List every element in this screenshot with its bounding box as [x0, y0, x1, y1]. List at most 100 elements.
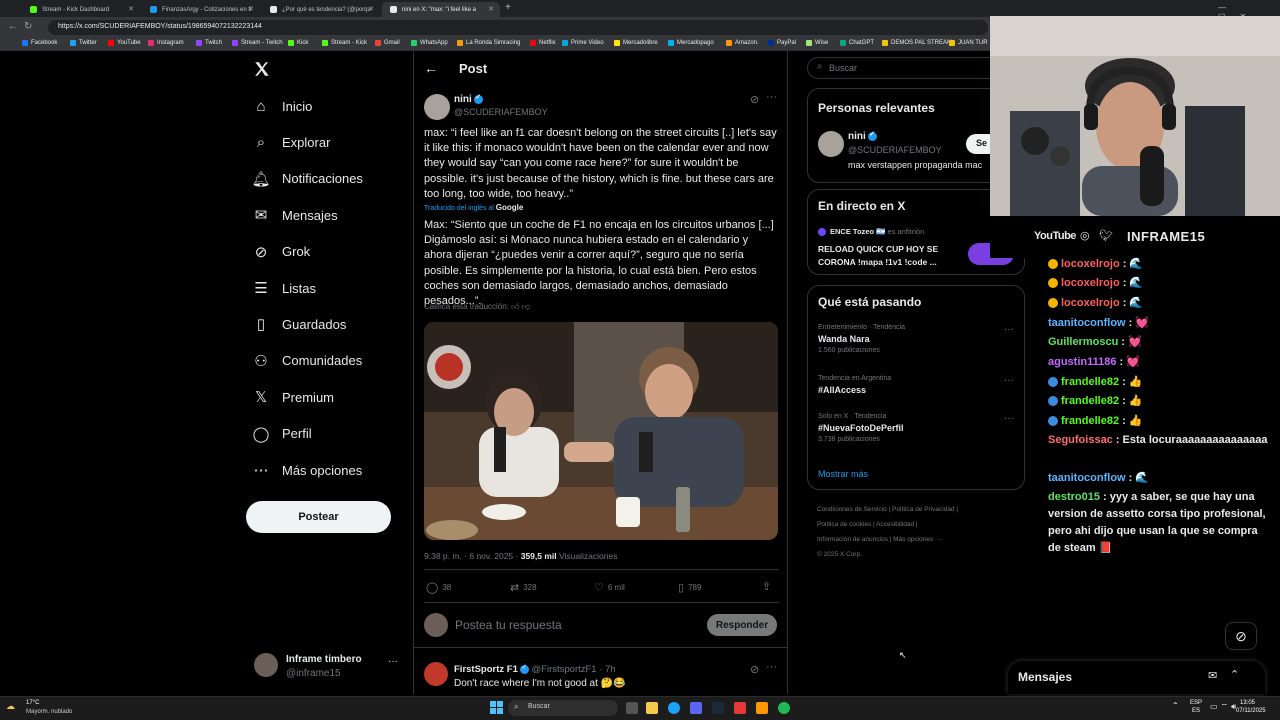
nav-item-más-opciones[interactable]: ⋯ Más opciones [252, 455, 363, 485]
more-options-icon[interactable]: ··· [766, 661, 777, 673]
file-explorer-icon[interactable] [646, 702, 658, 714]
nav-item-comunidades[interactable]: ⚇ Comunidades [252, 346, 362, 376]
bookmark-item[interactable]: Stream - Twitch [232, 40, 283, 46]
x-logo-icon[interactable] [253, 60, 273, 80]
trend-more-icon[interactable]: ··· [1004, 324, 1014, 335]
bookmark-action[interactable]: ▯ 789 [678, 581, 701, 594]
weather-desc[interactable]: Mayorm. nublado [26, 709, 72, 715]
discord-icon[interactable] [690, 702, 702, 714]
live-text[interactable]: RELOAD QUICK CUP HOY SE CORONA !mapa !1v… [818, 243, 958, 269]
reply-action[interactable]: ◯ 38 [426, 581, 451, 594]
tab-finanzas[interactable]: FinanzasArgy - Cotizaciones en ti ✕ [142, 2, 260, 17]
close-tab-icon[interactable]: ✕ [248, 5, 254, 13]
bookmark-item[interactable]: Netflix [530, 40, 556, 46]
like-action[interactable]: ♡ 6 mil [594, 581, 625, 594]
grok-floating-icon[interactable]: ⊘ [1225, 622, 1257, 650]
bookmark-item[interactable]: WhatsApp [411, 40, 448, 46]
messages-bar[interactable]: Mensajes ✉ ⌃ [1008, 661, 1265, 694]
clock-time[interactable]: 13:05 [1240, 700, 1255, 706]
repost-action[interactable]: ⇄ 328 [510, 581, 537, 594]
show-more-link[interactable]: Mostrar más [818, 469, 868, 479]
bookmark-item[interactable]: JUAN TUR [949, 40, 988, 46]
trend-item[interactable]: Entretenimiento · Tendencia Wanda Nara 1.5… [818, 324, 1016, 354]
thumbs-down-icon[interactable]: 👎︎ [522, 302, 530, 311]
trend-item[interactable]: Solo en X · Tendencia #NuevaFotoDePerfil 3… [818, 413, 1016, 443]
trend-more-icon[interactable]: ··· [1004, 413, 1014, 424]
url-field[interactable]: https://x.com/SCUDERIAFEMBOY/status/1986… [48, 20, 988, 35]
bookmark-item[interactable]: YouTube [108, 40, 141, 46]
chat-username[interactable]: Guillermoscu [1048, 336, 1118, 348]
tab-kick-dashboard[interactable]: Stream - Kick Dashboard ✕ [22, 2, 140, 17]
relevant-avatar[interactable] [818, 131, 844, 157]
author-avatar[interactable] [424, 94, 450, 120]
lang-indicator[interactable]: ESP [1190, 700, 1202, 706]
reply-button[interactable]: Responder [707, 614, 777, 636]
nav-item-premium[interactable]: 𝕏 Premium [252, 382, 334, 412]
chat-username[interactable]: locoxelrojo [1061, 258, 1120, 270]
bookmark-item[interactable]: Amazon. [726, 40, 759, 46]
lang-indicator-2[interactable]: ES [1192, 708, 1200, 714]
nav-item-listas[interactable]: ☰ Listas [252, 273, 316, 303]
weather-temp[interactable]: 17°C [26, 700, 39, 706]
tab-nini-post[interactable]: nini en X: "max: "i feel like a ✕ [382, 2, 500, 17]
tweet-video[interactable] [424, 322, 778, 540]
bookmark-item[interactable]: Kick [288, 40, 308, 46]
bookmark-item[interactable]: Gmail [375, 40, 400, 46]
tray-icons[interactable]: ▭⌔🔊︎ [1210, 702, 1239, 712]
post-button[interactable]: Postear [246, 501, 391, 533]
spotify-icon[interactable] [778, 702, 790, 714]
grok-icon[interactable]: ⊘ [750, 663, 759, 676]
bookmark-item[interactable]: Mercadopago [668, 40, 714, 46]
account-menu-icon[interactable]: ··· [388, 656, 398, 667]
nav-item-explorar[interactable]: ⌕ Explorar [252, 127, 331, 157]
grok-icon[interactable]: ⊘ [750, 93, 759, 106]
avatar[interactable] [254, 653, 278, 677]
bookmark-item[interactable]: PayPal [768, 40, 796, 46]
chat-username[interactable]: frandelle82 [1061, 395, 1119, 407]
trend-more-icon[interactable]: ··· [1004, 375, 1014, 386]
chat-username[interactable]: Segufoissac [1048, 434, 1113, 446]
bookmark-item[interactable]: La Ronda Simracing [457, 40, 520, 46]
nav-item-grok[interactable]: ⊘ Grok [252, 237, 310, 267]
taskbar-search[interactable]: ⌕ Buscar [508, 700, 618, 716]
chat-username[interactable]: taanitoconflow [1048, 317, 1126, 329]
bookmark-item[interactable]: Twitch [196, 40, 222, 46]
chat-username[interactable]: agustin11186 [1048, 356, 1117, 368]
reload-icon[interactable]: ↻ [24, 21, 32, 32]
chat-username[interactable]: locoxelrojo [1061, 297, 1120, 309]
bookmark-item[interactable]: DEMOS PAL STREAM [882, 40, 952, 46]
nav-item-mensajes[interactable]: ✉ Mensajes [252, 200, 338, 230]
edge-icon[interactable] [668, 702, 680, 714]
new-tab-button[interactable]: + [505, 2, 511, 13]
chat-username[interactable]: destro015 [1048, 491, 1100, 503]
bookmark-item[interactable]: Prime Video [562, 40, 604, 46]
chat-username[interactable]: frandelle82 [1061, 415, 1119, 427]
tray-chevron-icon[interactable]: ⌃ [1172, 701, 1179, 710]
bookmark-item[interactable]: Twitter [70, 40, 97, 46]
close-tab-icon[interactable]: ✕ [368, 5, 374, 13]
nav-item-inicio[interactable]: ⌂ Inicio [252, 91, 312, 121]
chat-username[interactable]: taanitoconflow [1048, 472, 1126, 484]
author-name[interactable]: nini [454, 93, 483, 105]
chat-username[interactable]: locoxelrojo [1061, 277, 1120, 289]
bookmark-item[interactable]: Wise [806, 40, 828, 46]
back-icon[interactable]: ← [8, 21, 18, 32]
reply-author-avatar[interactable] [424, 662, 448, 686]
app-icon[interactable] [734, 702, 746, 714]
author-handle[interactable]: @SCUDERIAFEMBOY [454, 107, 548, 117]
bookmark-item[interactable]: Stream - Kick [322, 40, 367, 46]
bookmark-item[interactable]: Facebook [22, 40, 57, 46]
relevant-name[interactable]: nini [848, 130, 877, 142]
steam-icon[interactable] [712, 702, 724, 714]
back-arrow-icon[interactable]: ← [424, 60, 438, 76]
nav-item-perfil[interactable]: ◯ Perfil [252, 419, 312, 449]
bookmark-item[interactable]: Instagram [148, 40, 184, 46]
trend-item[interactable]: Tendencia en Argentina #AllAccess ··· [818, 375, 1016, 398]
reply-input[interactable]: Postea tu respuesta [455, 618, 562, 632]
share-icon[interactable]: ⇪ [762, 580, 771, 593]
thumbs-up-icon[interactable]: 👍︎ [511, 302, 519, 311]
bookmark-item[interactable]: ChatGPT [840, 40, 874, 46]
task-view-icon[interactable] [626, 702, 638, 714]
close-tab-icon[interactable]: ✕ [128, 5, 134, 13]
tab-tendencia[interactable]: ¿Por qué es tendencia? (@porqu ✕ [262, 2, 380, 17]
